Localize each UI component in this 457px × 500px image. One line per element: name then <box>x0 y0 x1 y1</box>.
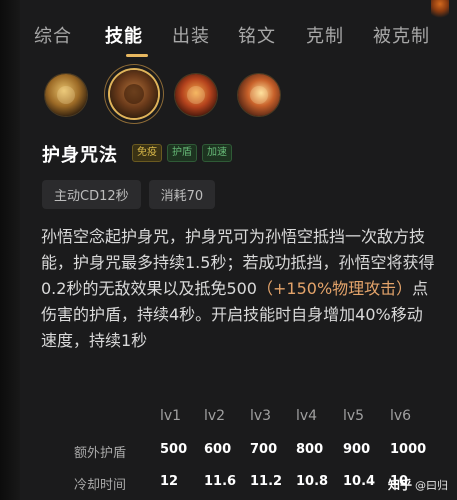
tab-counters[interactable]: 克制 <box>306 22 344 48</box>
tab-skills[interactable]: 技能 <box>105 22 143 48</box>
zhihu-watermark: 知乎 @曰归 <box>388 476 448 493</box>
tag-speed: 加速 <box>202 144 232 162</box>
active-tab-indicator <box>126 54 148 57</box>
left-edge <box>0 0 20 500</box>
table-cell: 10.4 <box>343 474 376 489</box>
skill-3-icon[interactable] <box>175 74 217 116</box>
table-cell: 11.2 <box>250 474 283 489</box>
table-cell: 12 <box>160 474 179 489</box>
skill-tags: 免疫 护盾 加速 <box>132 144 232 162</box>
watermark-user: @曰归 <box>415 478 449 492</box>
table-cell: 10.8 <box>296 474 329 489</box>
cost-badge: 消耗70 <box>148 180 216 209</box>
level-header: lv6 <box>390 408 412 424</box>
level-header: lv3 <box>250 408 272 424</box>
tag-immune: 免疫 <box>132 144 162 162</box>
skill-1-icon[interactable] <box>45 74 87 116</box>
level-header: lv5 <box>343 408 365 424</box>
skill-icon-row <box>20 70 457 124</box>
table-row: 额外护盾 500 600 700 800 900 1000 <box>40 442 457 466</box>
skill-2-icon-selected[interactable] <box>110 70 158 118</box>
table-cell: 500 <box>160 442 188 457</box>
table-cell: 11.6 <box>204 474 237 489</box>
skill-description: 孙悟空念起护身咒，护身咒可为孙悟空抵挡一次敌方技能，护身咒最多持续1.5秒；若成… <box>41 224 436 354</box>
skill-4-icon[interactable] <box>238 74 280 116</box>
skill-name: 护身咒法 <box>42 145 118 166</box>
tab-overview[interactable]: 综合 <box>34 22 72 48</box>
level-header: lv2 <box>204 408 226 424</box>
tag-shield: 护盾 <box>167 144 197 162</box>
table-cell: 800 <box>296 442 324 457</box>
tab-bar: 综合 技能 出装 铭文 克制 被克制 <box>20 22 457 52</box>
table-cell: 1000 <box>390 442 427 457</box>
level-header: lv1 <box>160 408 182 424</box>
table-cell: 600 <box>204 442 232 457</box>
row-label: 冷却时间 <box>74 478 127 493</box>
level-header: lv4 <box>296 408 318 424</box>
tab-equipment[interactable]: 出装 <box>172 22 210 48</box>
corner-decoration <box>431 0 449 20</box>
description-highlight: （+150%物理攻击） <box>257 279 413 298</box>
skill-stats: 主动CD12秒 消耗70 <box>42 180 216 209</box>
tab-countered-by[interactable]: 被克制 <box>373 22 430 48</box>
table-cell: 700 <box>250 442 278 457</box>
row-label: 额外护盾 <box>74 446 127 461</box>
cooldown-badge: 主动CD12秒 <box>42 180 141 209</box>
watermark-site: 知乎 <box>388 478 413 492</box>
hero-detail-panel: 综合 技能 出装 铭文 克制 被克制 护身咒法 免疫 护盾 加速 主动CD12秒… <box>20 0 457 500</box>
table-cell: 900 <box>343 442 371 457</box>
tab-inscriptions[interactable]: 铭文 <box>238 22 276 48</box>
table-header-row: lv1 lv2 lv3 lv4 lv5 lv6 <box>40 408 457 432</box>
